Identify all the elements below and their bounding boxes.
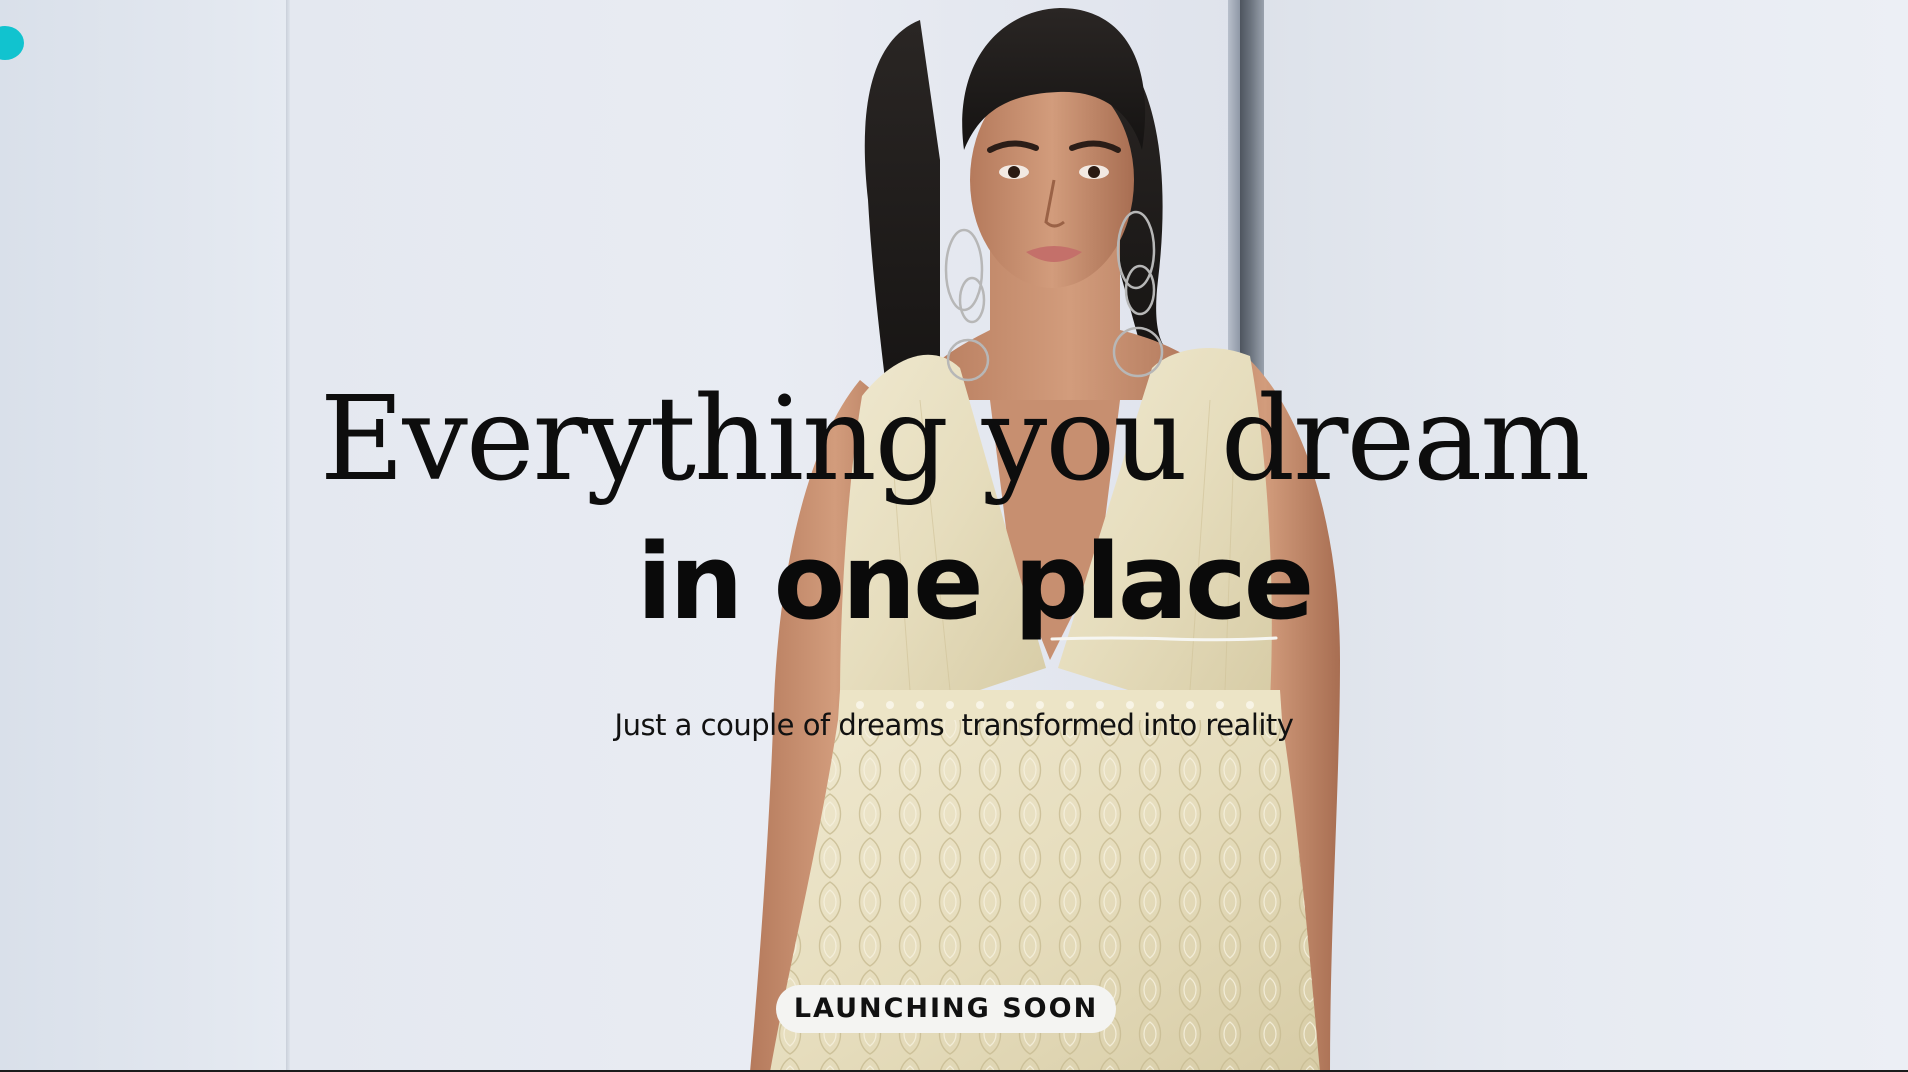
launching-soon-button[interactable]: LAUNCHING SOON [776, 985, 1116, 1033]
headline-underline [1050, 636, 1278, 642]
hero-headline-line1: Everything you dream [319, 372, 1591, 507]
hero-headline-line2: in one place [636, 521, 1315, 643]
hero-tagline: Just a couple of dreams transformed into… [614, 708, 1294, 742]
landing-page: Everything you dream in one place Just a… [0, 0, 1908, 1072]
